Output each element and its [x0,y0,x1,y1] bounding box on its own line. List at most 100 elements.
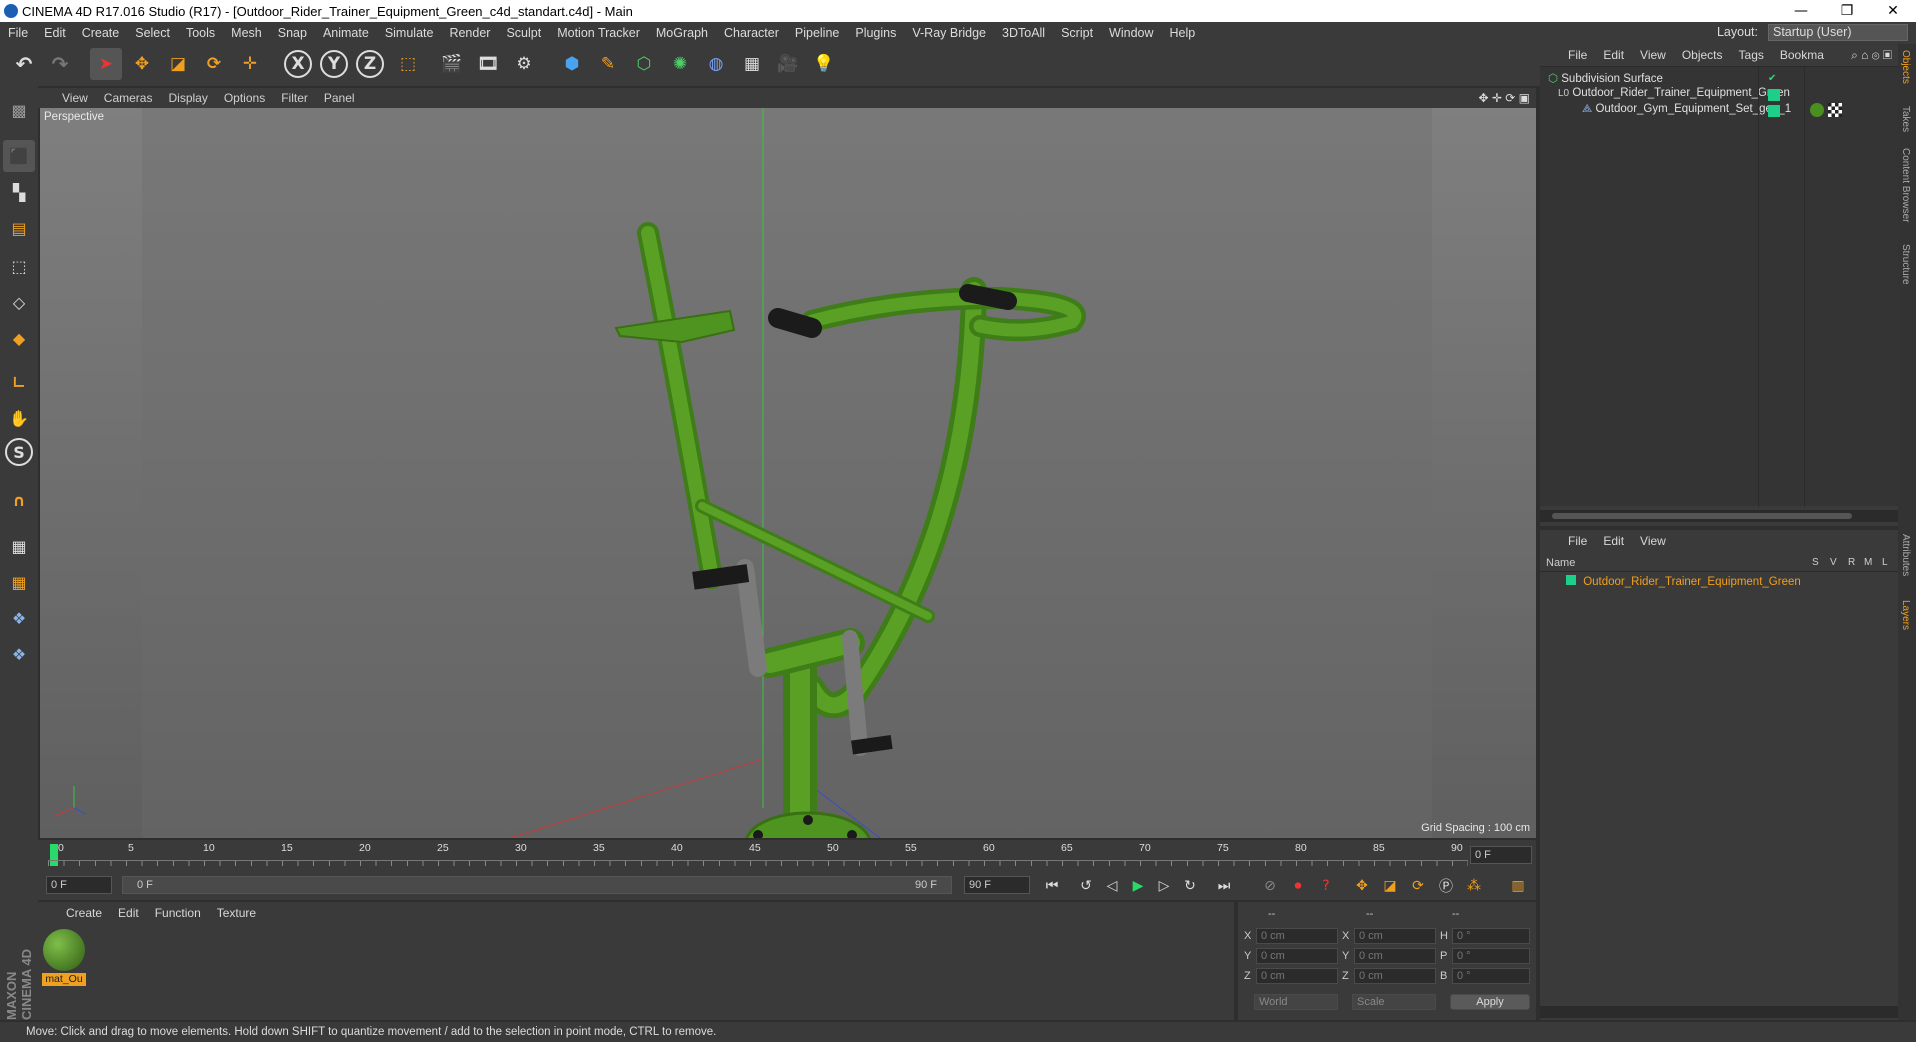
points-mode-icon[interactable]: ⬚ [3,250,35,282]
undo-icon[interactable]: ↶ [8,48,40,80]
menu-select[interactable]: Select [127,26,178,40]
model-mode-icon[interactable]: ⬛ [3,140,35,172]
timeline-window-icon[interactable]: ▥ [1506,874,1530,898]
size-z-field[interactable]: 0 cm [1354,968,1436,984]
obj-menu-tags[interactable]: Tags [1731,48,1772,62]
record-icon[interactable]: ⏺ [1286,874,1310,898]
magnet-icon[interactable]: ∩ [3,484,35,516]
obj-menu-edit[interactable]: Edit [1595,48,1632,62]
play-icon[interactable]: ▶ [1126,874,1150,898]
next-key-icon[interactable]: ↻ [1178,874,1202,898]
texture-mode-icon[interactable]: ▚ [3,176,35,208]
python-script-icon[interactable]: ❖ [3,602,35,634]
tab-layers[interactable]: Layers [1900,600,1911,630]
tab-content-browser[interactable]: Content Browser [1900,148,1911,222]
viewport-menu-options[interactable]: Options [216,91,273,105]
close-button[interactable]: ✕ [1870,0,1916,22]
render-picture-viewer-icon[interactable]: 🎞 [472,48,504,80]
restore-button[interactable]: ❐ [1824,0,1870,22]
coordinate-system-icon[interactable]: ⬚ [392,48,424,80]
move-tool-icon[interactable]: ✥ [126,48,158,80]
axis-z-button[interactable]: Z [356,50,384,78]
object-row[interactable]: L0 Outdoor_Rider_Trainer_Equipment_Green [1558,87,1790,99]
pos-y-field[interactable]: 0 cm [1256,948,1338,964]
layer-row[interactable]: Outdoor_Rider_Trainer_Equipment_Green [1566,575,1801,588]
menu-plugins[interactable]: Plugins [847,26,904,40]
3d-viewport[interactable]: Perspective Grid Spacing: 100 cm [40,108,1536,838]
check-icon[interactable]: ✔ [1768,73,1776,84]
camera-icon[interactable]: 🎥 [772,48,804,80]
key-pla-icon[interactable]: ⁂ [1462,874,1486,898]
python-script-2-icon[interactable]: ❖ [3,638,35,670]
texture-tag-icon[interactable] [1828,103,1842,117]
object-row[interactable]: ⟁ Outdoor_Gym_Equipment_Set_geo_1 [1582,103,1791,116]
obj-search-icon[interactable]: ⌕ ⌂ ⊚ ▣ [1851,48,1892,63]
cube-primitive-icon[interactable]: ⬢ [556,48,588,80]
viewport-menu-panel[interactable]: Panel [316,91,363,105]
snapping-icon[interactable]: S [5,438,33,466]
obj-menu-file[interactable]: File [1560,48,1595,62]
material-swatch[interactable]: mat_Ou [42,928,86,986]
apply-button[interactable]: Apply [1450,994,1530,1010]
menu-animate[interactable]: Animate [315,26,377,40]
rotate-tool-icon[interactable]: ⟳ [198,48,230,80]
mat-menu-function[interactable]: Function [147,906,209,920]
rot-h-field[interactable]: 0 ° [1452,928,1530,944]
light-bulb-icon[interactable]: 💡 [808,48,840,80]
minimize-button[interactable]: — [1778,0,1824,22]
tab-attributes[interactable]: Attributes [1900,534,1911,576]
layer-scrollbar[interactable] [1540,1006,1898,1018]
rot-b-field[interactable]: 0 ° [1452,968,1530,984]
menu-sculpt[interactable]: Sculpt [498,26,549,40]
make-editable-icon[interactable]: ▩ [3,94,35,126]
menu-snap[interactable]: Snap [270,26,315,40]
menu-help[interactable]: Help [1162,26,1204,40]
render-settings-icon[interactable]: ⚙ [508,48,540,80]
locked-workplane-icon[interactable]: ▦ [3,530,35,562]
obj-menu-view[interactable]: View [1632,48,1674,62]
pos-z-field[interactable]: 0 cm [1256,968,1338,984]
select-arrow-icon[interactable]: ➤ [90,48,122,80]
prev-key-icon[interactable]: ↺ [1074,874,1098,898]
transform-tool-icon[interactable]: ✛ [234,48,266,80]
key-rotation-icon[interactable]: ⟳ [1406,874,1430,898]
axis-mode-icon[interactable]: ∟ [3,366,35,398]
menu-script[interactable]: Script [1053,26,1101,40]
key-param-icon[interactable]: Ⓟ [1434,874,1458,898]
end-frame-field[interactable]: 90 F [964,876,1030,894]
menu-edit[interactable]: Edit [36,26,74,40]
timeline-ruler[interactable]: 0 5 10 15 20 25 30 35 40 45 50 55 60 65 … [38,840,1536,870]
current-frame-field[interactable]: 0 F [1470,846,1532,864]
material-tag-icon[interactable] [1810,103,1824,117]
spline-pen-icon[interactable]: ✎ [592,48,624,80]
viewport-menu-cameras[interactable]: Cameras [96,91,161,105]
viewport-nav-icons[interactable]: ✥ ✛ ⟳ ▣ [1478,91,1530,105]
frame-range-slider[interactable]: 0 F 90 F [122,876,952,894]
planar-workplane-icon[interactable]: ▦ [3,566,35,598]
menu-mograph[interactable]: MoGraph [648,26,716,40]
axis-x-button[interactable]: X [284,50,312,78]
object-row[interactable]: ⬡ Subdivision Surface [1548,71,1663,85]
autokey-icon[interactable]: ? [1314,874,1338,898]
tab-objects[interactable]: Objects [1900,50,1911,84]
size-y-field[interactable]: 0 cm [1354,948,1436,964]
layout-select[interactable]: Startup (User) [1768,24,1908,41]
rot-p-field[interactable]: 0 ° [1452,948,1530,964]
menu-file[interactable]: File [0,26,36,40]
coord-mode-select[interactable]: World [1254,994,1338,1010]
tab-takes[interactable]: Takes [1900,106,1911,132]
menu-window[interactable]: Window [1101,26,1161,40]
viewport-menu-display[interactable]: Display [160,91,215,105]
layer-menu-view[interactable]: View [1632,534,1674,548]
menu-render[interactable]: Render [441,26,498,40]
render-view-icon[interactable]: 🎬 [436,48,468,80]
workplane-mode-icon[interactable]: ▤ [3,212,35,244]
layer-menu-file[interactable]: File [1560,534,1595,548]
polygons-mode-icon[interactable]: ◆ [3,322,35,354]
size-x-field[interactable]: 0 cm [1354,928,1436,944]
deformer-icon[interactable]: ◍ [700,48,732,80]
obj-menu-bookmarks[interactable]: Bookma [1772,48,1832,62]
tab-structure[interactable]: Structure [1900,244,1911,285]
menu-simulate[interactable]: Simulate [377,26,442,40]
mat-menu-edit[interactable]: Edit [110,906,147,920]
